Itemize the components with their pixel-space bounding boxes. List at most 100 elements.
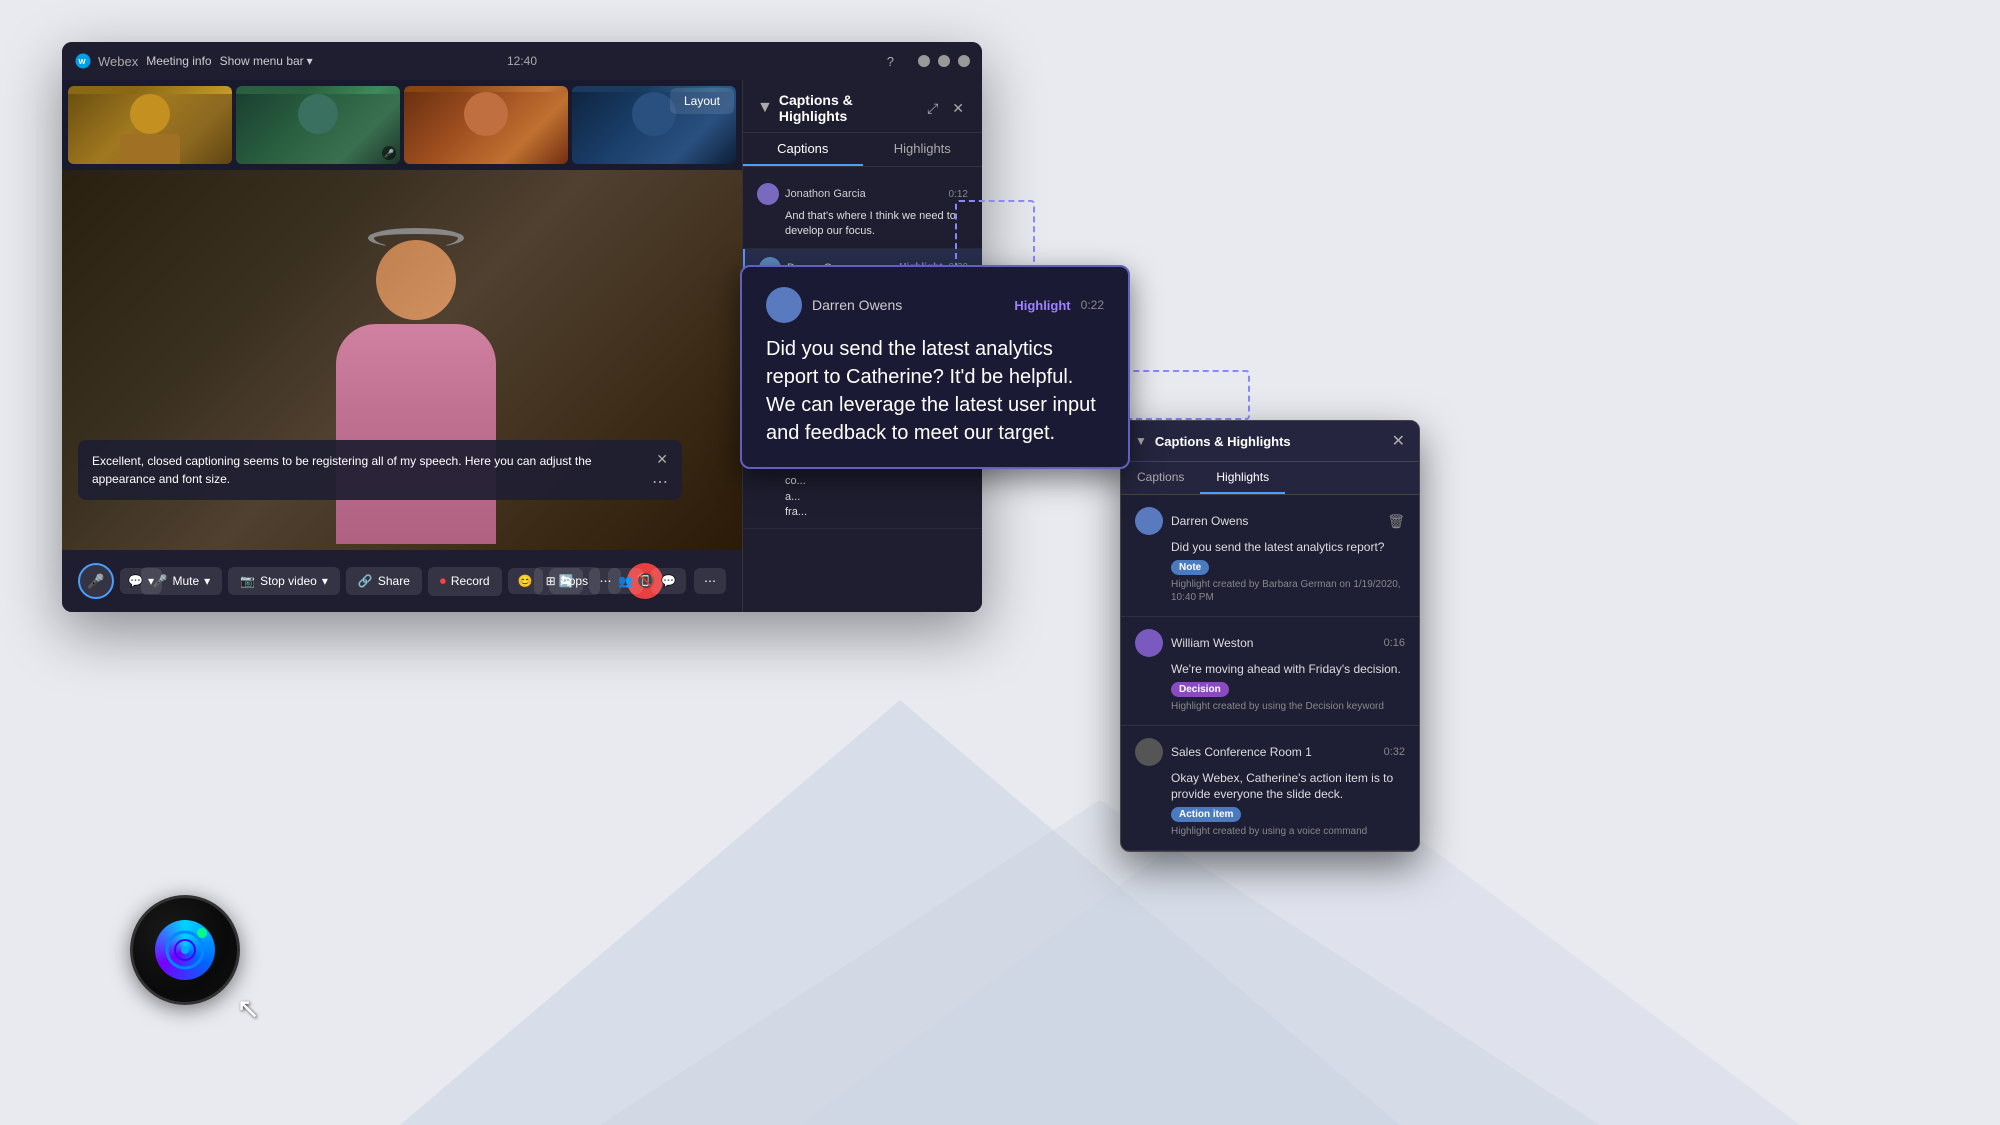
floating-panel-close-button[interactable]: ✕ (1392, 431, 1405, 451)
main-video: Excellent, closed captioning seems to be… (62, 170, 742, 550)
reactions-icon: 😊 (518, 574, 533, 588)
mute-chevron: ▾ (204, 574, 210, 588)
chat-chevron: ▾ (148, 574, 154, 588)
chat-button[interactable]: 💬 ▾ (120, 568, 162, 594)
title-bar: W Webex Meeting info Show menu bar ▾ 12:… (62, 42, 982, 80)
panel-title: Captions & Highlights (779, 92, 917, 124)
fp-text: Did you send the latest analytics report… (1135, 539, 1405, 556)
caption-body: And that's where I think we need to deve… (757, 209, 968, 240)
chat-icon: 💬 (128, 574, 143, 588)
fp-avatar (1135, 738, 1163, 766)
fp-time: 0:32 (1384, 746, 1405, 758)
assistant-circle (130, 895, 240, 1005)
note-badge: Note (1171, 560, 1209, 575)
floating-captions-tab[interactable]: Captions (1121, 462, 1200, 494)
floating-panel-content: Darren Owens 🗑 Did you send the latest a… (1121, 495, 1419, 851)
caption-close-button[interactable]: ✕ (656, 452, 668, 466)
close-button[interactable] (958, 55, 970, 67)
meeting-info-button[interactable]: Meeting info (138, 51, 219, 71)
cursor-icon: ↖ (237, 992, 260, 1025)
chevron-icon: ▼ (1135, 434, 1147, 448)
show-menu-button[interactable]: Show menu bar ▾ (220, 54, 313, 68)
action-badge: Action item (1171, 807, 1241, 822)
floating-panel-header: ▼ Captions & Highlights ✕ (1121, 421, 1419, 462)
highlight-card-text: Did you send the latest analytics report… (766, 335, 1104, 447)
assistant-inner (155, 920, 215, 980)
fp-avatar (1135, 507, 1163, 535)
title-bar-controls: 12:40 ? (887, 54, 970, 69)
chat-side-button[interactable]: 💬 (651, 568, 686, 594)
panel-tabs: Captions Highlights (743, 133, 982, 167)
fp-name: Darren Owens (1171, 514, 1375, 528)
highlight-card-avatar (766, 287, 802, 323)
expand-panel-button[interactable]: ⤢ (923, 98, 942, 119)
assistant-status-dot (197, 928, 207, 938)
fp-sub: Highlight created by using a voice comma… (1135, 825, 1405, 838)
overflow-button[interactable]: ⋯ (694, 568, 726, 594)
highlight-card-badge: Highlight (1014, 298, 1070, 313)
help-icon[interactable]: ? (887, 54, 894, 69)
caption-notification: Excellent, closed captioning seems to be… (78, 440, 682, 500)
video-area: 🎤 Layout (62, 80, 742, 612)
webex-logo: W Webex (74, 52, 138, 70)
caption-time: 0:12 (949, 189, 968, 200)
webex-icon: W (74, 52, 92, 70)
meeting-time: 12:40 (507, 54, 537, 68)
thumbnail-3[interactable] (404, 86, 568, 164)
caption-text: Excellent, closed captioning seems to be… (92, 452, 646, 488)
layout-button[interactable]: Layout (670, 88, 734, 114)
mic-icon: 🎤 (382, 146, 396, 160)
record-button[interactable]: ⏺ Record (428, 567, 502, 596)
window-controls (918, 55, 970, 67)
caption-item: Jonathon Garcia 0:12 And that's where I … (743, 175, 982, 249)
camera-icon: 📷 (240, 574, 255, 588)
close-panel-button[interactable]: ✕ (948, 98, 968, 119)
highlights-tab[interactable]: Highlights (863, 133, 983, 166)
svg-text:W: W (79, 57, 87, 66)
thumbnail-1[interactable] (68, 86, 232, 164)
floating-captions-panel: ▼ Captions & Highlights ✕ Captions Highl… (1120, 420, 1420, 852)
stop-video-button[interactable]: 📷 Stop video ▾ (228, 567, 340, 595)
toolbar-right: ⊞ Apps 👥 💬 ⋯ (534, 567, 726, 595)
caption-name: Jonathon Garcia (785, 188, 943, 200)
record-icon: ⏺ (440, 574, 446, 589)
fp-item: Darren Owens 🗑 Did you send the latest a… (1121, 495, 1419, 617)
floating-panel-tabs: Captions Highlights (1121, 462, 1419, 495)
minimize-button[interactable] (918, 55, 930, 67)
apps-icon: ⊞ (546, 574, 556, 588)
fp-text: We're moving ahead with Friday's decisio… (1135, 661, 1405, 678)
chevron-icon: ▼ (757, 99, 773, 117)
mute-indicator[interactable]: 🎤 (78, 563, 114, 599)
fp-time: 0:16 (1384, 637, 1405, 649)
person-video (276, 240, 556, 550)
fp-avatar (1135, 629, 1163, 657)
fp-sub: Highlight created by Barbara German on 1… (1135, 578, 1405, 604)
floating-highlights-tab[interactable]: Highlights (1200, 462, 1285, 494)
fp-name: Sales Conference Room 1 (1171, 745, 1376, 759)
video-chevron: ▾ (322, 574, 328, 588)
participants-icon: 👥 (618, 574, 633, 588)
maximize-button[interactable] (938, 55, 950, 67)
toolbar-left: 🎤 💬 ▾ (78, 563, 162, 599)
fp-item: William Weston 0:16 We're moving ahead w… (1121, 617, 1419, 726)
share-icon: 🔗 (358, 574, 373, 588)
chevron-down-icon: ▾ (307, 54, 313, 68)
delete-highlight-button[interactable]: 🗑 (1387, 513, 1405, 530)
participants-button[interactable]: 👥 (608, 568, 643, 594)
captions-tab[interactable]: Captions (743, 133, 863, 166)
avatar (757, 183, 779, 205)
webex-assistant[interactable]: ↖ (130, 895, 250, 1015)
thumbnail-2[interactable]: 🎤 (236, 86, 400, 164)
highlight-card: Darren Owens Highlight 0:22 Did you send… (740, 265, 1130, 469)
fp-sub: Highlight created by using the Decision … (1135, 700, 1405, 713)
webex-label: Webex (98, 54, 138, 69)
caption-more-button[interactable]: ⋯ (652, 472, 668, 492)
share-button[interactable]: 🔗 Share (346, 567, 422, 595)
fp-name: William Weston (1171, 636, 1376, 650)
highlight-card-time: 0:22 (1081, 298, 1104, 312)
apps-button[interactable]: ⊞ Apps (534, 567, 600, 595)
toolbar: 🎤 💬 ▾ 🎤 Mute ▾ 📷 Stop video (62, 550, 742, 612)
decision-badge: Decision (1171, 682, 1229, 697)
chat-side-icon: 💬 (661, 574, 676, 588)
highlight-card-name: Darren Owens (812, 297, 1004, 313)
